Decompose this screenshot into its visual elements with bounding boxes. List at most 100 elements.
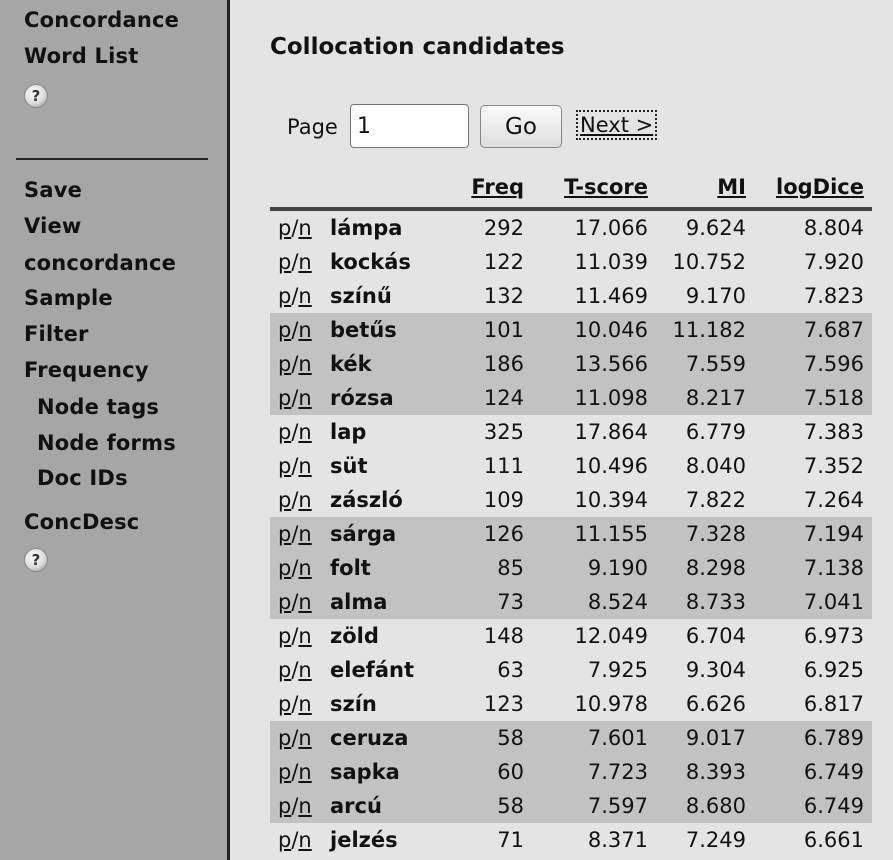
sidebar-link-node-tags[interactable]: Node tags — [37, 395, 159, 419]
collocate-word: kockás — [330, 250, 411, 274]
sidebar-link-save[interactable]: Save — [24, 178, 82, 202]
table-row: p/n süt 111 10.496 8.040 7.352 — [270, 449, 872, 483]
negative-filter-link[interactable]: n — [298, 454, 311, 478]
negative-filter-link[interactable]: n — [298, 760, 311, 784]
help-icon[interactable]: ? — [24, 84, 48, 108]
negative-filter-link[interactable]: n — [298, 488, 311, 512]
logdice-value: 7.264 — [803, 488, 864, 512]
tscore-value: 8.524 — [532, 585, 656, 619]
collocate-word: rózsa — [330, 381, 444, 415]
mi-value: 10.752 — [672, 250, 746, 274]
mi-value: 8.040 — [685, 454, 746, 478]
freq-value: 124 — [444, 381, 532, 415]
table-row: p/n szín 123 10.978 6.626 6.817 — [270, 687, 872, 721]
mi-value: 8.298 — [656, 551, 754, 585]
negative-filter-link[interactable]: n — [298, 216, 311, 240]
positive-filter-link[interactable]: p — [278, 216, 291, 240]
sidebar-link-word-list[interactable]: Word List — [24, 44, 138, 68]
positive-filter-link[interactable]: p — [278, 454, 291, 478]
positive-filter-link[interactable]: p — [278, 624, 291, 648]
sidebar-link-view-concordance[interactable]: concordance — [24, 251, 176, 275]
sort-mi-link[interactable]: MI — [717, 175, 746, 199]
positive-filter-link[interactable]: p — [278, 590, 291, 614]
freq-value: 126 — [444, 517, 532, 551]
collocate-word: ceruza — [330, 721, 444, 755]
positive-filter-link[interactable]: p — [278, 386, 291, 410]
logdice-value: 6.973 — [803, 624, 864, 648]
sidebar-link-view[interactable]: View — [24, 214, 82, 238]
logdice-value: 7.920 — [803, 250, 864, 274]
negative-filter-link[interactable]: n — [298, 726, 311, 750]
freq-value: 73 — [444, 585, 532, 619]
positive-filter-link[interactable]: p — [278, 522, 291, 546]
pn-links: p/n — [270, 517, 330, 551]
logdice-value: 6.661 — [803, 828, 864, 852]
negative-filter-link[interactable]: n — [298, 386, 311, 410]
mi-value: 8.217 — [656, 381, 754, 415]
go-button[interactable]: Go — [480, 105, 562, 148]
positive-filter-link[interactable]: p — [278, 488, 291, 512]
positive-filter-link[interactable]: p — [278, 556, 291, 580]
positive-filter-link[interactable]: p — [278, 352, 291, 376]
negative-filter-link[interactable]: n — [298, 692, 311, 716]
pn-links: p/n — [270, 687, 330, 721]
negative-filter-link[interactable]: n — [298, 420, 311, 444]
page-number-input[interactable] — [350, 104, 469, 148]
positive-filter-link[interactable]: p — [278, 658, 291, 682]
positive-filter-link[interactable]: p — [278, 284, 291, 308]
sidebar-link-node-forms[interactable]: Node forms — [37, 431, 176, 455]
negative-filter-link[interactable]: n — [298, 522, 311, 546]
table-body: p/n lámpa 292 17.066 9.624 8.804 p/n kockás 122 1… — [270, 209, 872, 857]
collocate-word: süt — [330, 454, 368, 478]
help-icon[interactable]: ? — [24, 548, 48, 572]
positive-filter-link[interactable]: p — [278, 420, 291, 444]
sort-logdice-link[interactable]: logDice — [776, 175, 864, 199]
collocate-word: színű — [330, 284, 392, 308]
negative-filter-link[interactable]: n — [298, 624, 311, 648]
sidebar-link-filter[interactable]: Filter — [24, 322, 89, 346]
table-row: p/n betűs 101 10.046 11.182 7.687 — [270, 313, 872, 347]
positive-filter-link[interactable]: p — [278, 760, 291, 784]
freq-value: 132 — [483, 284, 524, 308]
mi-value: 6.779 — [685, 420, 746, 444]
negative-filter-link[interactable]: n — [298, 352, 311, 376]
tscore-value: 13.566 — [532, 347, 656, 381]
positive-filter-link[interactable]: p — [278, 692, 291, 716]
negative-filter-link[interactable]: n — [298, 556, 311, 580]
tscore-value: 12.049 — [574, 624, 648, 648]
negative-filter-link[interactable]: n — [298, 318, 311, 342]
negative-filter-link[interactable]: n — [298, 658, 311, 682]
negative-filter-link[interactable]: n — [298, 828, 311, 852]
positive-filter-link[interactable]: p — [278, 318, 291, 342]
positive-filter-link[interactable]: p — [278, 828, 291, 852]
page-label: Page — [287, 115, 338, 139]
sidebar-link-sample[interactable]: Sample — [24, 286, 113, 310]
sidebar-link-doc-ids[interactable]: Doc IDs — [37, 466, 128, 490]
sidebar-link-concordance[interactable]: Concordance — [24, 8, 179, 32]
negative-filter-link[interactable]: n — [298, 590, 311, 614]
page-title: Collocation candidates — [270, 34, 565, 60]
positive-filter-link[interactable]: p — [278, 250, 291, 274]
positive-filter-link[interactable]: p — [278, 794, 291, 818]
tscore-value: 10.394 — [574, 488, 648, 512]
sidebar-link-concdesc[interactable]: ConcDesc — [24, 510, 139, 534]
mi-value: 8.680 — [656, 789, 754, 823]
freq-value: 101 — [444, 313, 532, 347]
collocate-word: jelzés — [330, 828, 398, 852]
pn-links: p/n — [270, 483, 330, 517]
table-row: p/n sapka 60 7.723 8.393 6.749 — [270, 755, 872, 789]
sort-freq-link[interactable]: Freq — [471, 175, 524, 199]
sort-tscore-link[interactable]: T-score — [564, 175, 648, 199]
collocate-word: zöld — [330, 624, 379, 648]
next-page-link[interactable]: Next > — [575, 110, 658, 140]
negative-filter-link[interactable]: n — [298, 794, 311, 818]
table-row: p/n zöld 148 12.049 6.704 6.973 — [270, 619, 872, 653]
tscore-value: 8.371 — [587, 828, 648, 852]
sidebar-link-frequency[interactable]: Frequency — [24, 358, 149, 382]
negative-filter-link[interactable]: n — [298, 250, 311, 274]
negative-filter-link[interactable]: n — [298, 284, 311, 308]
logdice-value: 6.749 — [754, 789, 872, 823]
positive-filter-link[interactable]: p — [278, 726, 291, 750]
tscore-value: 11.039 — [574, 250, 648, 274]
pn-links: p/n — [270, 653, 330, 687]
